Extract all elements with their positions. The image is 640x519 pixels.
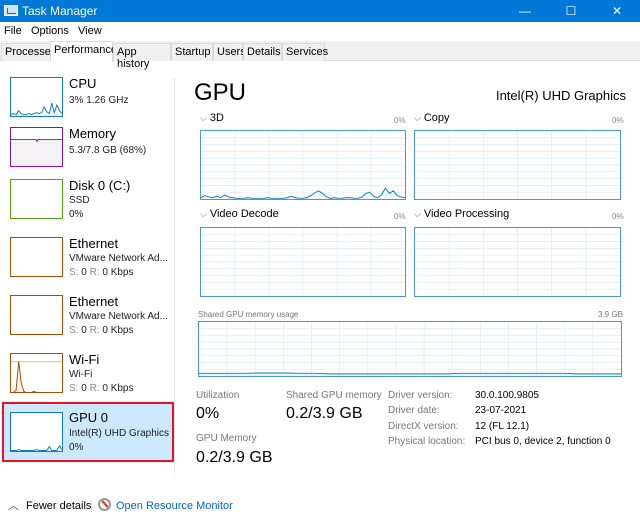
directx-version-value: 12 (FL 12.1) bbox=[475, 421, 530, 432]
sidebar-divider bbox=[174, 78, 175, 473]
engine-selector-copy[interactable]: ⌵ Copy bbox=[414, 112, 450, 124]
page-title: GPU bbox=[194, 79, 247, 106]
driver-version-value: 30.0.100.9805 bbox=[475, 390, 539, 401]
disk-thumbnail-graph bbox=[10, 179, 63, 219]
close-button[interactable]: ✕ bbox=[594, 0, 640, 22]
sidebar-item-detail: VMware Network Ad... bbox=[69, 253, 168, 264]
chevron-down-icon: ⌵ bbox=[414, 209, 421, 219]
sidebar-item-cpu[interactable]: CPU 3% 1.26 GHz bbox=[3, 69, 173, 125]
gpu-device-name: Intel(R) UHD Graphics bbox=[495, 88, 626, 103]
sidebar-item-ethernet-2[interactable]: Ethernet VMware Network Ad... S: 0 R: 0 … bbox=[3, 287, 173, 343]
utilization-value: 0% bbox=[196, 405, 220, 422]
menu-file[interactable]: File bbox=[4, 25, 22, 37]
engine-percent: 0% bbox=[612, 212, 624, 221]
graph-video-decode bbox=[200, 227, 406, 297]
sidebar-item-detail: SSD bbox=[69, 195, 90, 206]
window-title: Task Manager bbox=[22, 4, 98, 18]
gpu-memory-label: GPU Memory bbox=[196, 433, 257, 444]
footer-divider bbox=[91, 500, 92, 512]
sidebar-item-ethernet-1[interactable]: Ethernet VMware Network Ad... S: 0 R: 0 … bbox=[3, 229, 173, 285]
sidebar-item-label: Ethernet bbox=[69, 236, 119, 251]
graph-3d bbox=[200, 130, 406, 200]
memory-thumbnail-graph bbox=[10, 127, 63, 167]
sidebar-item-value: 0% bbox=[69, 209, 84, 220]
engine-percent: 0% bbox=[612, 116, 624, 125]
footer: ︿ Fewer details Open Resource Monitor bbox=[0, 495, 640, 519]
chevron-down-icon: ⌵ bbox=[200, 209, 207, 219]
engine-selector-video-decode[interactable]: ⌵ Video Decode bbox=[200, 208, 279, 220]
sidebar-item-memory[interactable]: Memory 5.3/7.8 GB (68%) bbox=[3, 119, 173, 175]
menu-view[interactable]: View bbox=[78, 25, 102, 37]
tab-app-history[interactable]: App history bbox=[113, 43, 171, 70]
sidebar-item-disk[interactable]: Disk 0 (C:) SSD 0% bbox=[3, 171, 173, 227]
directx-version-label: DirectX version: bbox=[388, 421, 459, 432]
ethernet-thumbnail-graph bbox=[10, 295, 63, 335]
gpu-usage-line bbox=[11, 444, 62, 451]
cpu-thumbnail-graph bbox=[10, 77, 63, 117]
shared-gpu-memory-label: Shared GPU memory bbox=[286, 390, 382, 401]
graph-shared-memory bbox=[198, 321, 622, 377]
resource-monitor-icon[interactable] bbox=[98, 498, 111, 511]
shared-gpu-memory-value: 0.2/3.9 GB bbox=[286, 405, 363, 422]
sidebar-item-detail: VMware Network Ad... bbox=[69, 311, 168, 322]
open-resource-monitor-link[interactable]: Open Resource Monitor bbox=[116, 500, 233, 512]
shared-memory-graph-label: Shared GPU memory usage bbox=[198, 310, 299, 319]
tab-bar: Processes Performance App history Startu… bbox=[0, 41, 640, 70]
title-bar: Task Manager — ☐ ✕ bbox=[0, 0, 640, 22]
tab-processes[interactable]: Processes bbox=[1, 43, 56, 61]
sidebar-item-value: 0% bbox=[69, 442, 84, 453]
sidebar-item-label: GPU 0 bbox=[69, 410, 109, 425]
cpu-usage-area bbox=[11, 103, 62, 116]
physical-location-value: PCI bus 0, device 2, function 0 bbox=[475, 436, 611, 447]
tab-services[interactable]: Services bbox=[282, 43, 328, 61]
engine-percent: 0% bbox=[394, 212, 406, 221]
sidebar-item-label: Disk 0 (C:) bbox=[69, 178, 131, 193]
gpu-thumbnail-graph bbox=[10, 412, 63, 452]
engine-selector-3d[interactable]: ⌵ 3D bbox=[200, 112, 224, 124]
sidebar-item-throughput: S: 0 R: 0 Kbps bbox=[69, 383, 134, 394]
graph-copy bbox=[414, 130, 621, 200]
driver-date-value: 23-07-2021 bbox=[475, 405, 527, 416]
sidebar-item-detail: 5.3/7.8 GB (68%) bbox=[69, 145, 147, 156]
sidebar-item-label: CPU bbox=[69, 76, 97, 91]
sidebar-item-label: Ethernet bbox=[69, 294, 119, 309]
ethernet-thumbnail-graph bbox=[10, 237, 63, 277]
sidebar-item-detail: 3% 1.26 GHz bbox=[69, 95, 129, 106]
physical-location-label: Physical location: bbox=[388, 436, 466, 447]
sidebar-item-throughput: S: 0 R: 0 Kbps bbox=[69, 325, 134, 336]
sidebar-item-label: Wi-Fi bbox=[69, 352, 100, 367]
tab-performance[interactable]: Performance bbox=[50, 41, 117, 62]
driver-version-label: Driver version: bbox=[388, 390, 453, 401]
driver-date-label: Driver date: bbox=[388, 405, 440, 416]
sidebar-item-detail: Wi-Fi bbox=[69, 369, 93, 380]
menu-bar: File Options View bbox=[0, 22, 640, 41]
fewer-details-button[interactable]: Fewer details bbox=[26, 500, 91, 512]
chevron-down-icon: ⌵ bbox=[414, 113, 421, 123]
sidebar-item-gpu[interactable]: GPU 0 Intel(R) UHD Graphics 0% bbox=[2, 402, 174, 462]
chevron-up-icon[interactable]: ︿ bbox=[8, 497, 19, 513]
tab-details[interactable]: Details bbox=[243, 43, 282, 61]
maximize-button[interactable]: ☐ bbox=[548, 0, 594, 22]
sidebar-item-wifi[interactable]: Wi-Fi Wi-Fi S: 0 R: 0 Kbps bbox=[3, 345, 173, 401]
gpu-memory-value: 0.2/3.9 GB bbox=[196, 449, 273, 466]
sidebar-item-throughput: S: 0 R: 0 Kbps bbox=[69, 267, 134, 278]
memory-fill bbox=[11, 139, 62, 166]
utilization-label: Utilization bbox=[196, 390, 240, 401]
task-manager-app-icon bbox=[4, 5, 18, 16]
graph-video-processing bbox=[414, 227, 621, 297]
tab-startup[interactable]: Startup bbox=[171, 43, 213, 61]
menu-options[interactable]: Options bbox=[31, 25, 69, 37]
sidebar-item-detail: Intel(R) UHD Graphics bbox=[69, 428, 170, 439]
wifi-thumbnail-graph bbox=[10, 353, 63, 393]
sidebar-item-label: Memory bbox=[69, 126, 116, 141]
chevron-down-icon: ⌵ bbox=[200, 113, 207, 123]
engine-percent: 0% bbox=[394, 116, 406, 125]
tab-users[interactable]: Users bbox=[213, 43, 246, 61]
shared-memory-graph-max: 3.9 GB bbox=[598, 310, 623, 319]
minimize-button[interactable]: — bbox=[502, 0, 548, 22]
engine-selector-video-processing[interactable]: ⌵ Video Processing bbox=[414, 208, 509, 220]
